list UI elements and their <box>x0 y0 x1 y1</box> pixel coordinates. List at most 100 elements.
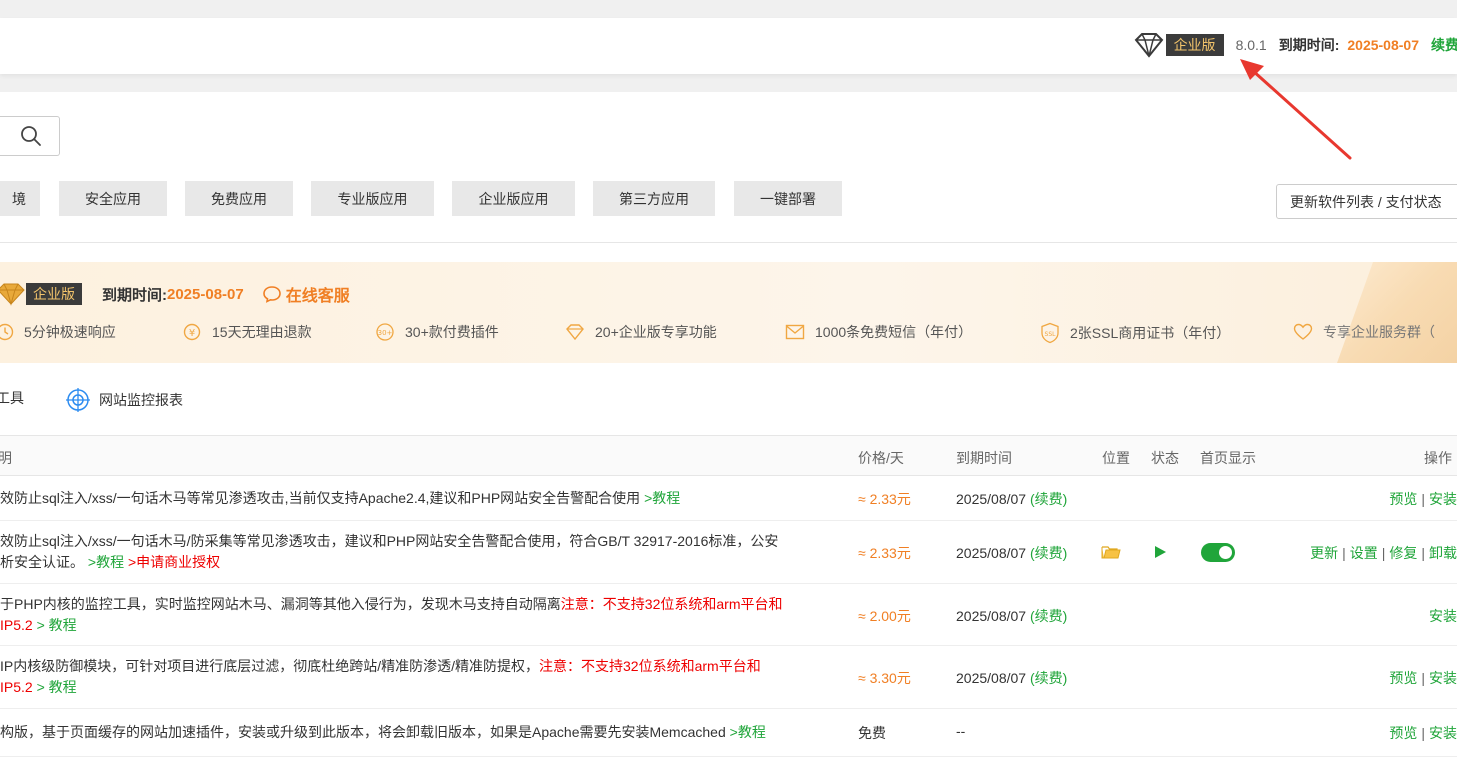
row-expire: 2025/08/07 (续费) <box>956 608 1068 624</box>
diamond-icon <box>1134 33 1163 58</box>
renew-link[interactable]: (续费) <box>1030 545 1067 561</box>
feature-fast-response: 5分钟极速响应 <box>0 322 116 342</box>
feature-service-group: 专享企业服务群（ <box>1293 322 1435 342</box>
renew-link[interactable]: (续费) <box>1030 670 1067 686</box>
clock-icon <box>0 323 14 341</box>
refund-icon: ¥ <box>183 323 201 341</box>
table-row: 于PHP内核的监控工具，实时监控网站木马、漏洞等其他入侵行为，发现木马支持自动隔… <box>0 584 1457 646</box>
tool-link-site-monitor[interactable]: 网站监控报表 <box>66 388 183 412</box>
feature-text: 专享企业服务群（ <box>1323 324 1435 340</box>
settings-link[interactable]: 设置 <box>1350 545 1378 561</box>
table-header: 明 价格/天 到期时间 位置 状态 首页显示 操作 <box>0 435 1457 476</box>
tab-third-party-apps[interactable]: 第三方应用 <box>593 181 715 216</box>
tutorial-link[interactable]: >教程 <box>726 724 766 740</box>
feature-sms: 1000条免费短信（年付） <box>785 322 972 342</box>
enterprise-badge[interactable]: 企业版 <box>1132 33 1224 58</box>
expire-label: 到期时间: <box>1278 37 1340 53</box>
preview-link[interactable]: 预览 <box>1389 491 1417 507</box>
row-price: ≈ 2.00元 <box>858 608 911 624</box>
install-link[interactable]: 安装 <box>1429 670 1457 686</box>
banner-expire-label: 到期时间: <box>102 286 167 304</box>
table-row: 效防止sql注入/xss/一句话木马/防采集等常见渗透攻击，建议和PHP网站安全… <box>0 521 1457 584</box>
row-description: 构版，基于页面缓存的网站加速插件，安装或升级到此版本，将会卸载旧版本，如果是Ap… <box>0 724 766 740</box>
row-ops: 预览 | 安装 <box>1389 491 1457 507</box>
update-link[interactable]: 更新 <box>1310 545 1338 561</box>
col-status: 状态 <box>1151 450 1179 466</box>
tutorial-link[interactable]: >教程 <box>84 554 124 570</box>
col-desc: 明 <box>0 450 12 466</box>
apply-license-link[interactable]: >申请商业授权 <box>124 554 220 570</box>
search-button[interactable] <box>0 116 60 156</box>
preview-link[interactable]: 预览 <box>1389 725 1417 741</box>
feature-text: 20+企业版专享功能 <box>595 324 717 340</box>
banner-decoration <box>1337 262 1457 363</box>
feature-text: 15天无理由退款 <box>212 324 312 340</box>
renew-link[interactable]: (续费) <box>1030 608 1067 624</box>
banner-expire-date: 2025-08-07 <box>167 285 244 303</box>
tab-free-apps[interactable]: 免费应用 <box>185 181 293 216</box>
ssl-icon: SSL <box>1041 322 1059 344</box>
folder-icon[interactable] <box>1101 544 1121 560</box>
banner-header: 企业版 到期时间: 2025-08-07 在线客服 <box>0 282 350 306</box>
topbar-status: 企业版 8.0.1 到期时间: 2025-08-07 续费 <box>1132 33 1457 58</box>
row-description: 于PHP内核的监控工具，实时监控网站木马、漏洞等其他入侵行为，发现木马支持自动隔… <box>0 596 783 633</box>
row-ops: 更新 | 设置 | 修复 | 卸载 <box>1310 545 1457 561</box>
banner-badge-label: 企业版 <box>26 283 82 305</box>
feature-refund: ¥ 15天无理由退款 <box>182 322 312 342</box>
install-link[interactable]: 安装 <box>1429 608 1457 624</box>
row-description: 效防止sql注入/xss/一句话木马等常见渗透攻击,当前仅支持Apache2.4… <box>0 490 681 506</box>
col-expire: 到期时间 <box>956 450 1012 466</box>
row-expire: -- <box>956 723 966 739</box>
table-row: 效防止sql注入/xss/一句话木马等常见渗透攻击,当前仅支持Apache2.4… <box>0 477 1457 521</box>
refresh-software-list-button[interactable]: 更新软件列表 / 支付状态 <box>1276 184 1457 219</box>
row-expire: 2025/08/07 (续费) <box>956 491 1068 507</box>
tab-pro-apps[interactable]: 专业版应用 <box>311 181 434 216</box>
tool-link-tools[interactable]: 工具 <box>0 388 24 408</box>
tab-one-click-deploy[interactable]: 一键部署 <box>734 181 842 216</box>
homepage-display-toggle[interactable] <box>1201 543 1235 562</box>
preview-link[interactable]: 预览 <box>1389 670 1417 686</box>
feature-text: 2张SSL商用证书（年付） <box>1070 325 1231 341</box>
expire-date: 2025-08-07 <box>1347 37 1419 53</box>
row-description: 效防止sql注入/xss/一句话木马/防采集等常见渗透攻击，建议和PHP网站安全… <box>0 533 779 570</box>
tutorial-link[interactable]: >教程 <box>640 490 680 506</box>
plugin-30-icon: 30+ <box>376 323 394 341</box>
repair-link[interactable]: 修复 <box>1389 545 1417 561</box>
heart-icon <box>1293 323 1313 340</box>
online-service-label: 在线客服 <box>285 288 350 305</box>
col-ops: 操作 <box>1424 450 1452 466</box>
renew-link[interactable]: 续费 <box>1431 35 1457 55</box>
table-row: 构版，基于页面缓存的网站加速插件，安装或升级到此版本，将会卸载旧版本，如果是Ap… <box>0 709 1457 757</box>
target-icon <box>66 388 90 412</box>
svg-text:30+: 30+ <box>378 329 393 337</box>
tool-link-label: 工具 <box>0 390 24 406</box>
row-ops: 预览 | 安装 <box>1389 670 1457 686</box>
top-bar: 企业版 8.0.1 到期时间: 2025-08-07 续费 <box>0 18 1457 74</box>
uninstall-link[interactable]: 卸载 <box>1429 545 1457 561</box>
install-link[interactable]: 安装 <box>1429 491 1457 507</box>
col-price: 价格/天 <box>858 450 904 466</box>
feature-text: 5分钟极速响应 <box>24 324 116 340</box>
tool-link-label: 网站监控报表 <box>99 392 183 408</box>
tab-environment[interactable]: 境 <box>0 181 40 216</box>
feature-plugins: 30+ 30+款付费插件 <box>375 322 499 342</box>
chat-icon <box>262 286 281 303</box>
col-location: 位置 <box>1102 450 1130 466</box>
feature-text: 30+款付费插件 <box>405 324 499 340</box>
play-icon[interactable] <box>1153 545 1167 559</box>
tutorial-link[interactable]: > 教程 <box>33 679 77 695</box>
row-expire: 2025/08/07 (续费) <box>956 545 1068 561</box>
install-link[interactable]: 安装 <box>1429 725 1457 741</box>
feature-ssl: SSL 2张SSL商用证书（年付） <box>1040 322 1230 344</box>
tab-enterprise-apps[interactable]: 企业版应用 <box>452 181 575 216</box>
tutorial-link[interactable]: > 教程 <box>33 617 77 633</box>
row-price: ≈ 2.33元 <box>858 545 911 561</box>
row-ops: 预览 | 安装 <box>1389 725 1457 741</box>
renew-link[interactable]: (续费) <box>1030 491 1067 507</box>
divider <box>0 242 1457 243</box>
svg-text:SSL: SSL <box>1045 331 1057 338</box>
col-homepage: 首页显示 <box>1200 450 1256 466</box>
gold-diamond-icon <box>0 283 25 306</box>
online-service-link[interactable]: 在线客服 <box>262 282 350 306</box>
tab-security-apps[interactable]: 安全应用 <box>59 181 167 216</box>
